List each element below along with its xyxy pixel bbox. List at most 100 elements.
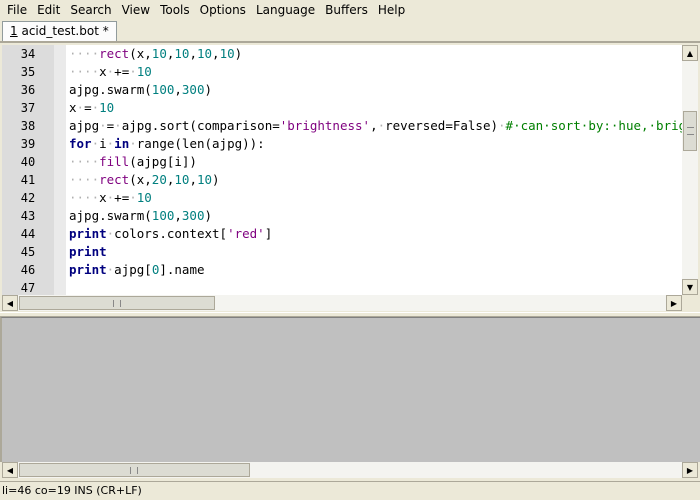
line-number: 47 [20,281,36,295]
code-line: ····x·+=·10 [66,189,682,207]
code-line: ajpg·=·ajpg.sort(comparison='brightness'… [66,117,682,135]
code-token: = [84,100,92,115]
menu-search[interactable]: Search [65,1,116,19]
menu-buffers[interactable]: Buffers [320,1,373,19]
horizontal-scroll-thumb[interactable] [19,296,215,310]
code-token: ) [234,46,243,61]
code-token: , [370,118,378,133]
code-line: print·ajpg[0].name [66,261,682,279]
code-token: x [69,100,77,115]
grip-icon [130,467,138,474]
code-token: 10 [99,100,115,115]
code-token: ajpg [69,118,100,133]
scroll-left-button[interactable]: ◀ [2,295,18,311]
arrow-up-icon: ▲ [686,48,694,58]
arrow-down-icon: ▼ [686,282,694,292]
code-editor[interactable]: ····rect(x,10,10,10,10) ····x·+=·10 ajpg.s… [66,45,682,295]
code-token: , [189,172,197,187]
code-token: 10 [136,190,152,205]
scroll-down-button[interactable]: ▼ [682,279,698,295]
line-number: 45 [20,245,36,259]
code-token: · [76,100,85,115]
code-token: , [212,46,220,61]
code-token: · [377,118,386,133]
code-line: ajpg.swarm(100,300) [66,207,682,225]
code-token: rect [99,172,130,187]
editor-horizontal-scrollbar[interactable]: ◀ ▶ [2,295,682,311]
code-token: ···· [69,154,100,169]
menu-options[interactable]: Options [195,1,251,19]
output-horizontal-scrollbar[interactable]: ◀ ▶ [2,462,698,478]
line-number: 36 [20,83,36,97]
code-token: ].name [159,262,205,277]
menu-language[interactable]: Language [251,1,320,19]
code-token: 100 [151,82,175,97]
vertical-scroll-thumb[interactable] [683,111,697,151]
menu-help[interactable]: Help [373,1,410,19]
code-token: i [99,136,107,151]
code-token: (x, [129,46,152,61]
arrow-left-icon: ◀ [6,298,14,308]
code-line: ajpg.swarm(100,300) [66,81,682,99]
code-token: print [69,262,107,277]
tab-title: acid_test.bot * [21,24,109,38]
output-pane[interactable] [0,317,700,462]
tab-bar: 1 acid_test.bot * [0,19,700,41]
line-number: 41 [20,173,36,187]
code-token: · [129,190,137,205]
line-number: 46 [20,263,36,277]
code-token: += [114,64,130,79]
line-number: 43 [20,209,36,223]
code-token: ) [212,172,220,187]
code-line: ····x·+=·10 [66,63,682,81]
menu-tools[interactable]: Tools [155,1,195,19]
code-token: 'red' [227,226,265,241]
code-token: · [91,100,100,115]
code-line: x·=·10 [66,99,682,117]
code-token: ] [264,226,273,241]
line-number: 34 [20,47,36,61]
code-token: print [69,226,107,241]
editor-vertical-scrollbar[interactable]: ▲ ▼ [682,45,698,295]
arrow-right-icon: ▶ [686,465,694,475]
line-number: 42 [20,191,36,205]
scroll-up-button[interactable]: ▲ [682,45,698,61]
menu-edit[interactable]: Edit [32,1,65,19]
code-token: 10 [196,46,213,61]
output-scroll-left-button[interactable]: ◀ [2,462,18,478]
menu-file[interactable]: File [2,1,32,19]
code-token: fill [99,154,130,169]
tab-acid-test[interactable]: 1 acid_test.bot * [2,21,117,41]
code-token: 10 [174,46,190,61]
menu-bar: File Edit Search View Tools Options Lang… [0,0,700,19]
code-token: range(len(ajpg)): [136,136,265,151]
output-scroll-right-button[interactable]: ▶ [682,462,698,478]
code-token: ajpg.sort(comparison= [121,118,280,133]
scroll-right-button[interactable]: ▶ [666,295,682,311]
code-token: 20 [151,172,167,187]
code-token: += [114,190,130,205]
code-token: ···· [69,190,100,205]
code-line: print [66,243,682,261]
code-token: ajpg.swarm( [69,208,152,223]
code-token: for [69,136,92,151]
fold-margin[interactable] [54,45,66,295]
line-number-gutter: 34 35 36 37 38 39 40 41 42 43 44 45 46 47 [2,45,54,295]
code-token: print [69,244,107,259]
code-line: ····rect(x,10,10,10,10) [66,45,682,63]
code-token: ) [204,82,213,97]
code-token: in [114,136,130,151]
code-token: · [99,118,107,133]
output-horizontal-scroll-thumb[interactable] [19,463,250,477]
menu-view[interactable]: View [117,1,155,19]
arrow-left-icon: ◀ [6,465,14,475]
code-token: colors.context[ [114,226,228,241]
line-number: 44 [20,227,36,241]
code-token: reversed=False) [385,118,499,133]
code-line: ····rect(x,20,10,10) [66,171,682,189]
code-token: 10 [136,64,152,79]
code-token: 100 [151,208,175,223]
editor-pane: 34 35 36 37 38 39 40 41 42 43 44 45 46 47 ····rect(x,… [0,41,700,311]
code-token: ···· [69,46,100,61]
